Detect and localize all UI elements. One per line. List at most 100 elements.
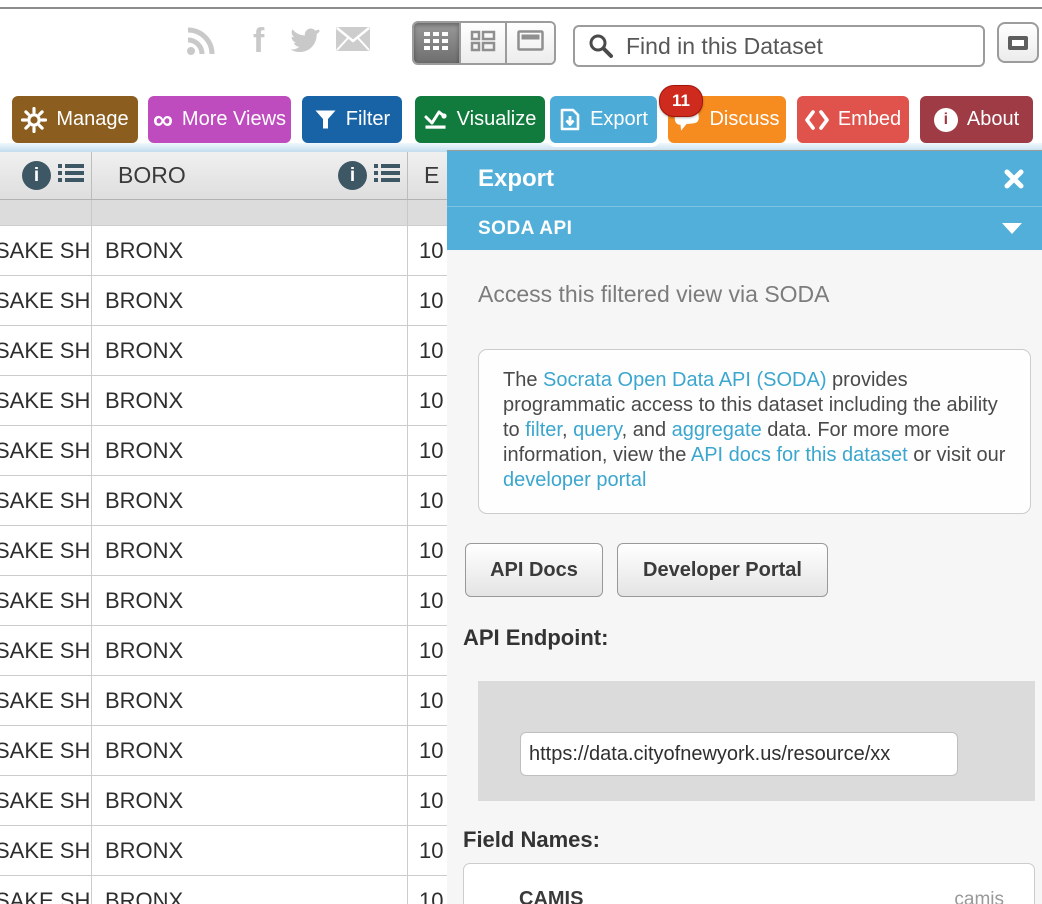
table-row: SAKE SH BRONX 10: [0, 476, 470, 526]
cell-boro[interactable]: BRONX: [92, 226, 408, 276]
cell-boro[interactable]: BRONX: [92, 776, 408, 826]
soda-api-section-label: SODA API: [478, 218, 1002, 240]
cell-boro[interactable]: BRONX: [92, 626, 408, 676]
filter-button[interactable]: Filter: [302, 96, 402, 143]
soda-subtitle: Access this filtered view via SODA: [478, 281, 830, 308]
cell-name: SAKE SH: [0, 776, 90, 825]
field-api-name: camis: [954, 889, 1004, 904]
grid-header-row: i BORO i E: [0, 152, 470, 200]
table-row: SAKE SH BRONX 10: [0, 426, 470, 476]
grid-blank-row: [0, 200, 470, 226]
field-name: CAMIS: [519, 888, 954, 904]
table-row: SAKE SH BRONX 10: [0, 526, 470, 576]
api-docs-button[interactable]: API Docs: [465, 543, 603, 597]
export-label: Export: [590, 108, 648, 131]
cell-name: SAKE SH: [0, 626, 90, 675]
cell-name: SAKE SH: [0, 676, 90, 725]
cell-boro[interactable]: BRONX: [92, 326, 408, 376]
cell-boro[interactable]: BRONX: [92, 526, 408, 576]
column-info-icon[interactable]: i: [338, 161, 367, 190]
api-endpoint-input[interactable]: [520, 732, 958, 776]
cell-boro[interactable]: BRONX: [92, 376, 408, 426]
manage-label: Manage: [56, 108, 128, 131]
cell-name: SAKE SH: [0, 526, 90, 575]
table-row: SAKE SH BRONX 10: [0, 326, 470, 376]
cell-boro[interactable]: BRONX: [92, 476, 408, 526]
cell-boro[interactable]: BRONX: [92, 426, 408, 476]
chevron-down-icon: [1002, 223, 1022, 234]
export-button[interactable]: Export: [550, 96, 657, 143]
cell-name: SAKE SH: [0, 276, 90, 325]
field-names-label: Field Names:: [463, 827, 600, 853]
column-header-1[interactable]: i: [0, 152, 92, 199]
search-input[interactable]: [624, 32, 983, 61]
about-button[interactable]: i About: [920, 96, 1033, 143]
cell-name: SAKE SH: [0, 326, 90, 375]
rss-share-button[interactable]: [186, 26, 218, 56]
page-view-button[interactable]: [507, 23, 554, 63]
top-divider: [0, 7, 1042, 9]
table-row: SAKE SH BRONX 10: [0, 876, 470, 904]
embed-label: Embed: [838, 108, 901, 131]
table-view-button[interactable]: [414, 23, 461, 63]
table-row: SAKE SH BRONX 10: [0, 576, 470, 626]
facebook-icon: f: [253, 26, 264, 56]
cell-boro[interactable]: BRONX: [92, 726, 408, 776]
visualize-button[interactable]: Export Visualize: [415, 96, 545, 143]
search-icon: [588, 33, 614, 59]
cell-boro[interactable]: BRONX: [92, 576, 408, 626]
column-info-icon[interactable]: i: [22, 161, 51, 190]
view-toggle: [412, 21, 556, 65]
column-menu-icon[interactable]: [374, 162, 400, 190]
soda-api-link[interactable]: Socrata Open Data API (SODA): [543, 369, 826, 391]
cell-boro[interactable]: BRONX: [92, 826, 408, 876]
chart-icon: [424, 109, 448, 130]
export-panel: Export SODA API Access this filtered vie…: [447, 150, 1042, 904]
table-row: SAKE SH BRONX 10: [0, 826, 470, 876]
table-row: SAKE SH BRONX 10: [0, 226, 470, 276]
aggregate-link[interactable]: aggregate: [672, 419, 762, 441]
cell-boro[interactable]: BRONX: [92, 276, 408, 326]
fullscreen-button[interactable]: [997, 22, 1039, 63]
cell-name: SAKE SH: [0, 226, 90, 275]
embed-button[interactable]: Embed: [797, 96, 909, 143]
export-panel-header: Export: [447, 151, 1042, 206]
export-icon: [559, 108, 581, 131]
query-link[interactable]: query: [573, 419, 622, 441]
email-share-button[interactable]: [335, 26, 371, 52]
close-icon[interactable]: [1004, 169, 1024, 189]
maximize-icon: [1008, 36, 1028, 50]
developer-portal-link[interactable]: developer portal: [503, 469, 646, 491]
table-row: SAKE SH BRONX 10: [0, 626, 470, 676]
cell-name: SAKE SH: [0, 576, 90, 625]
cell-boro[interactable]: BRONX: [92, 876, 408, 904]
visualize-label: Visualize: [457, 108, 537, 131]
column-menu-icon[interactable]: [58, 162, 84, 190]
cell-name: SAKE SH: [0, 426, 90, 475]
twitter-share-button[interactable]: [288, 26, 320, 53]
table-view-icon: [423, 31, 449, 56]
info-icon: i: [934, 108, 958, 132]
page-view-icon: [517, 30, 544, 56]
email-icon: [335, 26, 371, 52]
export-panel-title: Export: [478, 165, 1004, 193]
more-views-button[interactable]: ∞ More Views: [148, 96, 291, 143]
filter-link[interactable]: filter: [525, 419, 562, 441]
discuss-label: Discuss: [709, 108, 779, 131]
api-docs-link[interactable]: API docs for this dataset: [691, 444, 908, 466]
dataset-search: [573, 25, 985, 67]
card-view-button[interactable]: [461, 23, 508, 63]
cell-name: SAKE SH: [0, 876, 90, 904]
facebook-share-button[interactable]: f: [253, 26, 264, 56]
soda-api-section-toggle[interactable]: SODA API: [447, 206, 1042, 250]
field-list: CAMIS camis: [464, 864, 1034, 904]
cell-boro[interactable]: BRONX: [92, 676, 408, 726]
field-names-box: CAMIS camis: [463, 863, 1035, 904]
cell-name: SAKE SH: [0, 476, 90, 525]
column-header-boro[interactable]: BORO i: [92, 152, 408, 199]
api-endpoint-box: [478, 681, 1035, 801]
manage-button[interactable]: Manage: [12, 96, 138, 143]
table-row: SAKE SH BRONX 10: [0, 776, 470, 826]
dataset-page: f: [0, 0, 1042, 904]
developer-portal-button[interactable]: Developer Portal: [617, 543, 828, 597]
